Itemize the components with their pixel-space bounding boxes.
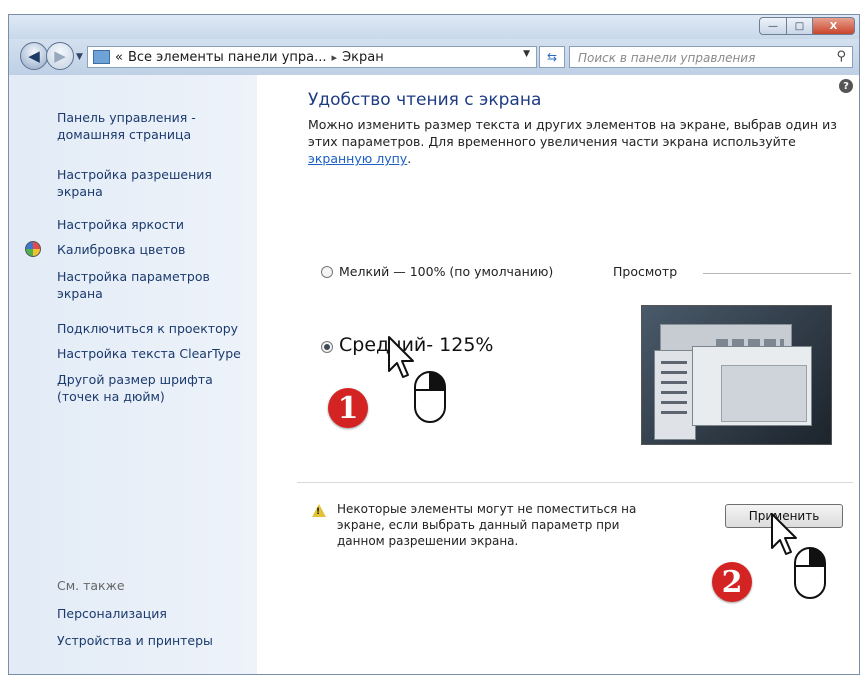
- breadcrumb-separator-icon[interactable]: ▸: [332, 51, 338, 64]
- radio-medium[interactable]: [321, 341, 333, 353]
- address-dropdown-icon[interactable]: ▼: [523, 49, 530, 59]
- description-end: .: [407, 151, 412, 166]
- preview-window-side: [654, 350, 696, 440]
- warning-icon-mark: !: [316, 507, 321, 517]
- sidebar-link-display-settings[interactable]: Настройка параметров экрана: [57, 268, 227, 302]
- sidebar-link-devices[interactable]: Устройства и принтеры: [57, 632, 213, 649]
- forward-arrow-icon: ▶: [54, 47, 66, 65]
- refresh-button[interactable]: ⇆: [539, 46, 565, 68]
- sidebar-link-calibrate[interactable]: Калибровка цветов: [57, 241, 185, 258]
- recent-pages-dropdown[interactable]: ▼: [76, 52, 83, 62]
- option-small-label[interactable]: Мелкий — 100% (по умолчанию): [339, 264, 553, 279]
- forward-button[interactable]: ▶: [46, 42, 74, 70]
- description-text: Можно изменить размер текста и других эл…: [308, 117, 837, 149]
- refresh-icon: ⇆: [546, 50, 558, 64]
- help-icon[interactable]: ?: [839, 79, 853, 93]
- control-panel-icon: [93, 50, 110, 64]
- radio-small[interactable]: [321, 266, 333, 278]
- back-arrow-icon: ◀: [28, 47, 40, 65]
- sidebar-link-cleartype[interactable]: Настройка текста ClearType: [57, 345, 241, 362]
- minimize-button[interactable]: —: [759, 17, 787, 35]
- search-icon[interactable]: ⚲: [836, 49, 846, 64]
- window-controls: — □ X: [759, 17, 855, 35]
- description: Можно изменить размер текста и других эл…: [308, 116, 848, 167]
- step-2-badge: 2: [712, 562, 752, 602]
- sidebar-link-resolution[interactable]: Настройка разрешения экрана: [57, 166, 227, 200]
- search-placeholder: Поиск в панели управления: [578, 51, 756, 65]
- address-overflow-chevron[interactable]: «: [115, 50, 123, 65]
- sidebar-link-brightness[interactable]: Настройка яркости: [57, 216, 184, 233]
- close-button[interactable]: X: [813, 17, 855, 35]
- task-pane: Панель управления - домашняя страница На…: [9, 75, 257, 674]
- step-1-badge: 1: [328, 388, 368, 428]
- maximize-button[interactable]: □: [787, 17, 813, 35]
- main-content: ? Удобство чтения с экрана Можно изменит…: [257, 75, 859, 674]
- sidebar-link-dpi[interactable]: Другой размер шрифта (точек на дюйм): [57, 371, 217, 405]
- navigation-bar: ◀ ▶ ▼ « Все элементы панели упра... ▸ Эк…: [9, 39, 859, 75]
- warning-text: Некоторые элементы могут не поместиться …: [337, 502, 637, 548]
- address-bar[interactable]: « Все элементы панели упра... ▸ Экран ▼: [87, 46, 537, 68]
- preview-divider: [703, 273, 851, 274]
- color-calibration-icon: [25, 241, 41, 257]
- preview-label: Просмотр: [613, 264, 678, 279]
- sidebar-link-home[interactable]: Панель управления - домашняя страница: [57, 109, 217, 143]
- title-bar: — □ X: [9, 15, 859, 39]
- magnifier-link[interactable]: экранную лупу: [308, 151, 407, 166]
- mouse-click-2-icon: [794, 547, 826, 599]
- back-button[interactable]: ◀: [20, 42, 48, 70]
- section-divider: [297, 482, 853, 483]
- preview-window-front: [692, 346, 812, 426]
- breadcrumb-display[interactable]: Экран: [342, 50, 384, 65]
- search-input[interactable]: Поиск в панели управления ⚲: [569, 46, 853, 68]
- preview-image: [641, 305, 832, 445]
- breadcrumb-all-items[interactable]: Все элементы панели упра...: [128, 50, 327, 65]
- mouse-click-1-icon: [414, 371, 446, 423]
- see-also-label: См. также: [57, 578, 125, 593]
- sidebar-link-personalization[interactable]: Персонализация: [57, 605, 167, 622]
- sidebar-link-projector[interactable]: Подключиться к проектору: [57, 320, 238, 337]
- page-title: Удобство чтения с экрана: [308, 90, 542, 110]
